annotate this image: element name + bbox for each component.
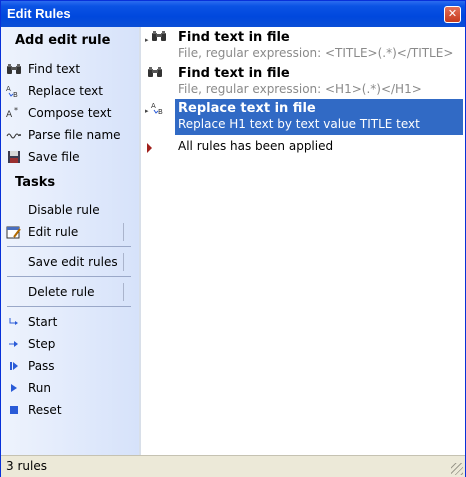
save-edit-rules-button[interactable]: Save edit rules bbox=[5, 252, 133, 272]
separator-vertical bbox=[123, 283, 124, 301]
task-sidebar: Add edit rule Find text AB Replace text … bbox=[1, 27, 139, 455]
find-text-button[interactable]: Find text bbox=[5, 59, 133, 79]
expand-arrow-icon[interactable]: ▸ bbox=[145, 36, 149, 44]
pass-icon bbox=[5, 358, 23, 374]
find-text-label: Find text bbox=[28, 62, 81, 76]
svg-text:*: * bbox=[14, 106, 18, 115]
start-button[interactable]: Start bbox=[5, 312, 133, 332]
run-status-message: All rules has been applied bbox=[178, 139, 334, 153]
delete-rule-label: Delete rule bbox=[28, 285, 95, 299]
binoculars-icon bbox=[151, 30, 169, 46]
expand-arrow-icon[interactable]: ▸ bbox=[145, 107, 149, 115]
rules-list: ▸ Find text in file File, regular expres… bbox=[141, 27, 465, 455]
edit-rules-window: Edit Rules ✕ Add edit rule Find text AB … bbox=[0, 0, 466, 477]
disable-rule-button[interactable]: Disable rule bbox=[5, 200, 133, 220]
reset-button[interactable]: Reset bbox=[5, 400, 133, 420]
separator bbox=[7, 246, 131, 247]
run-label: Run bbox=[28, 381, 52, 395]
window-title: Edit Rules bbox=[7, 6, 71, 21]
title-bar[interactable]: Edit Rules ✕ bbox=[1, 1, 465, 27]
tasks-header: Tasks bbox=[15, 175, 56, 190]
save-edit-rules-label: Save edit rules bbox=[28, 255, 118, 269]
start-icon bbox=[5, 314, 23, 330]
parse-file-name-label: Parse file name bbox=[28, 128, 121, 142]
replace-text-button[interactable]: AB Replace text bbox=[5, 81, 133, 101]
compose-text-button[interactable]: A * Compose text bbox=[5, 103, 133, 123]
rule-description: File, regular expression: <H1>(.*)</H1> bbox=[178, 82, 422, 96]
binoculars-icon bbox=[147, 66, 165, 82]
step-button[interactable]: Step bbox=[5, 334, 133, 354]
delete-rule-button[interactable]: Delete rule bbox=[5, 282, 133, 302]
step-label: Step bbox=[28, 337, 56, 351]
disable-rule-label: Disable rule bbox=[28, 203, 100, 217]
replace-text-icon: AB bbox=[5, 83, 23, 99]
rule-title: Find text in file bbox=[178, 30, 290, 45]
status-bar: 3 rules bbox=[1, 455, 465, 477]
rule-description: Replace H1 text by text value TITLE text bbox=[178, 117, 420, 131]
separator-vertical bbox=[123, 223, 124, 241]
reset-label: Reset bbox=[28, 403, 62, 417]
compose-text-label: Compose text bbox=[28, 106, 112, 120]
edit-rule-button[interactable]: Edit rule bbox=[5, 222, 133, 242]
rule-title: Find text in file bbox=[178, 66, 290, 81]
close-button[interactable]: ✕ bbox=[444, 6, 461, 23]
svg-text:B: B bbox=[158, 108, 163, 115]
edit-rule-label: Edit rule bbox=[28, 225, 79, 239]
parse-filename-icon bbox=[5, 127, 23, 143]
rule-count: 3 rules bbox=[6, 459, 47, 473]
save-file-label: Save file bbox=[28, 150, 80, 164]
svg-text:A: A bbox=[6, 110, 13, 120]
current-position-marker-icon bbox=[147, 143, 152, 153]
pass-label: Pass bbox=[28, 359, 55, 373]
replace-text-icon: AB bbox=[151, 101, 169, 117]
edit-rule-icon bbox=[5, 224, 23, 240]
add-edit-rule-header: Add edit rule bbox=[15, 33, 111, 48]
run-icon bbox=[5, 380, 23, 396]
floppy-disk-icon bbox=[5, 149, 23, 165]
start-label: Start bbox=[28, 315, 58, 329]
svg-text:B: B bbox=[13, 91, 18, 98]
pass-button[interactable]: Pass bbox=[5, 356, 133, 376]
separator bbox=[7, 306, 131, 307]
compose-text-icon: A * bbox=[5, 105, 23, 121]
resize-grip-icon[interactable] bbox=[451, 463, 463, 475]
svg-text:A: A bbox=[6, 85, 11, 93]
binoculars-icon bbox=[5, 61, 23, 77]
reset-icon bbox=[5, 402, 23, 418]
rule-title: Replace text in file bbox=[178, 101, 316, 116]
rule-description: File, regular expression: <TITLE>(.*)</T… bbox=[178, 46, 454, 60]
svg-text:A: A bbox=[151, 102, 156, 110]
run-button[interactable]: Run bbox=[5, 378, 133, 398]
replace-text-label: Replace text bbox=[28, 84, 103, 98]
save-file-button[interactable]: Save file bbox=[5, 147, 133, 167]
parse-file-name-button[interactable]: Parse file name bbox=[5, 125, 133, 145]
separator-vertical bbox=[123, 253, 124, 271]
step-icon bbox=[5, 336, 23, 352]
separator bbox=[7, 276, 131, 277]
